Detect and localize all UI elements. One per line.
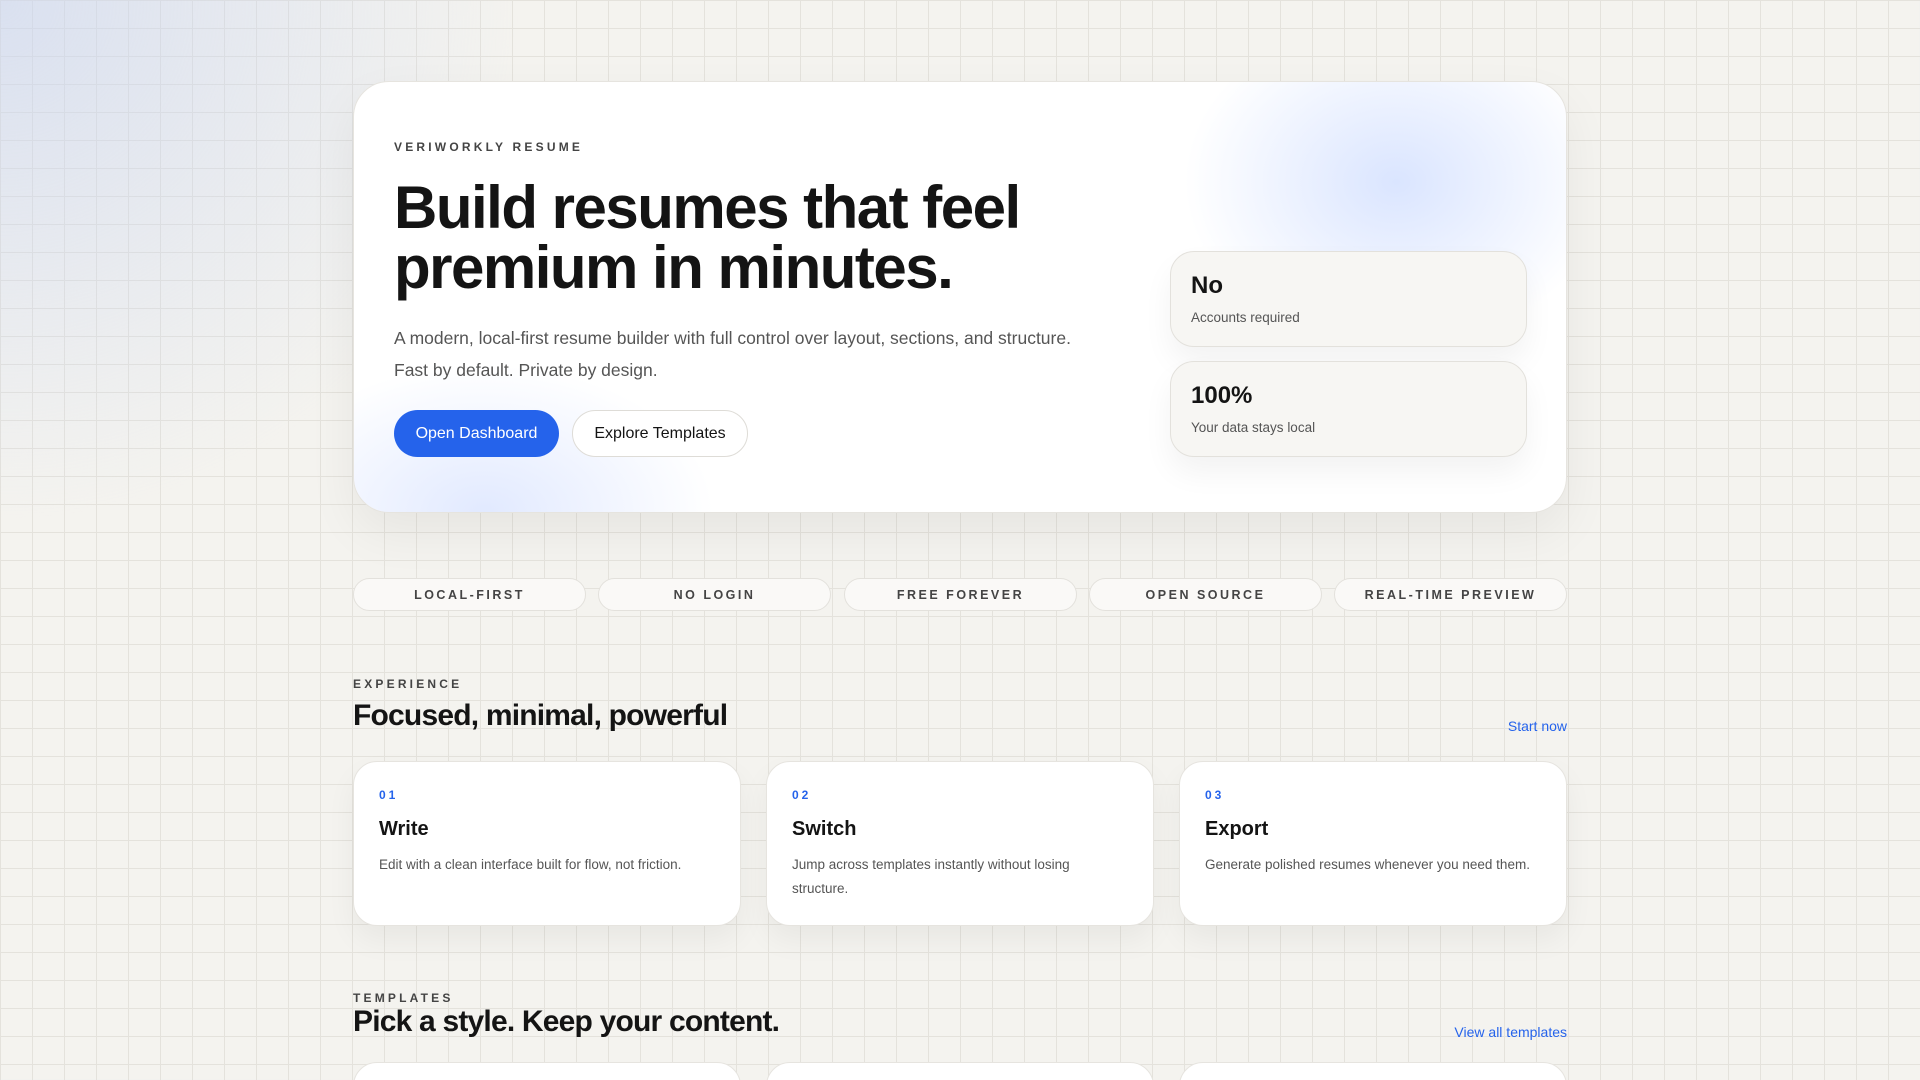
hero-lead: A modern, local-first resume builder wit… <box>394 328 1071 380</box>
hero-title: Build resumes that feel premium in minute… <box>394 178 1021 301</box>
card-number: 02 <box>792 788 812 802</box>
hero-title-line2: premium in minutes. <box>394 234 954 301</box>
stat-value: No <box>1191 272 1223 299</box>
feature-pill: NO LOGIN <box>598 578 831 611</box>
card-number: 03 <box>1205 788 1225 802</box>
card-desc: Jump across templates instantly without … <box>792 857 1070 896</box>
card-title: Export <box>1205 818 1269 840</box>
stat-card-accounts: No Accounts required <box>1170 251 1527 347</box>
feature-card-switch: 02 Switch Jump across templates instantl… <box>766 761 1154 926</box>
experience-eyebrow: EXPERIENCE <box>353 677 463 691</box>
view-all-templates-link[interactable]: View all templates <box>1454 1024 1567 1040</box>
template-card[interactable] <box>766 1062 1154 1080</box>
template-card[interactable] <box>1179 1062 1567 1080</box>
templates-eyebrow: TEMPLATES <box>353 991 454 1005</box>
card-number: 01 <box>379 788 399 802</box>
open-dashboard-button[interactable]: Open Dashboard <box>394 410 559 457</box>
brand-eyebrow: VERIWORKLY RESUME <box>394 140 584 154</box>
hero-card: VERIWORKLY RESUME Build resumes that fee… <box>353 81 1567 513</box>
card-title: Switch <box>792 818 857 840</box>
card-desc: Edit with a clean interface built for fl… <box>379 857 682 872</box>
feature-card-write: 01 Write Edit with a clean interface bui… <box>353 761 741 926</box>
feature-card-export: 03 Export Generate polished resumes when… <box>1179 761 1567 926</box>
experience-title: Focused, minimal, powerful <box>353 699 728 732</box>
feature-pill: FREE FOREVER <box>844 578 1077 611</box>
stat-card-local: 100% Your data stays local <box>1170 361 1527 457</box>
feature-pill: LOCAL-FIRST <box>353 578 586 611</box>
stat-label: Accounts required <box>1191 310 1300 325</box>
explore-templates-button[interactable]: Explore Templates <box>572 410 748 457</box>
card-title: Write <box>379 818 429 840</box>
stat-label: Your data stays local <box>1191 420 1316 435</box>
templates-title: Pick a style. Keep your content. <box>353 1005 780 1038</box>
card-desc: Generate polished resumes whenever you n… <box>1205 857 1530 872</box>
hero-title-line1: Build resumes that feel <box>394 174 1021 241</box>
feature-pill: OPEN SOURCE <box>1089 578 1322 611</box>
template-card[interactable] <box>353 1062 741 1080</box>
stat-value: 100% <box>1191 382 1253 409</box>
start-now-link[interactable]: Start now <box>1508 718 1567 734</box>
feature-pill: REAL-TIME PREVIEW <box>1334 578 1567 611</box>
